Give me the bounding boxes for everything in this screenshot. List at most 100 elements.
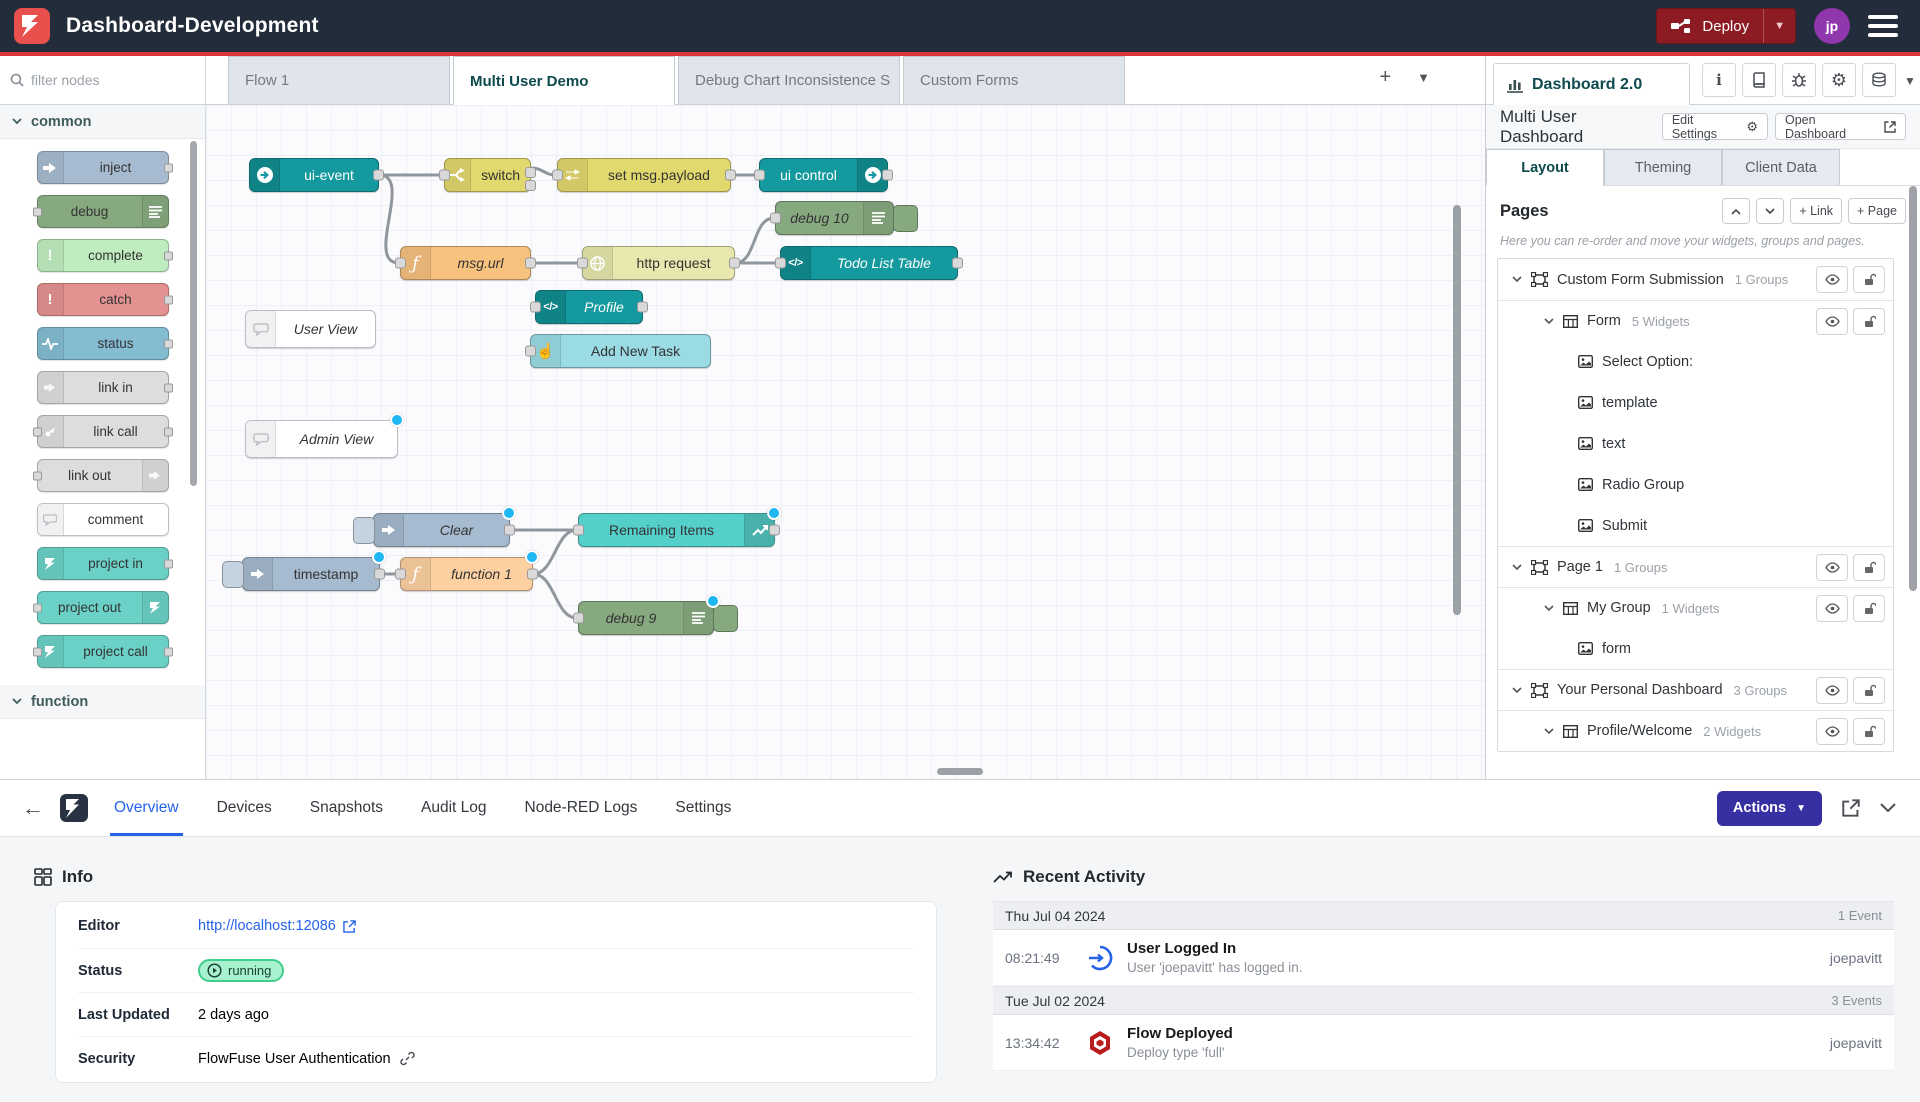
- flow-node-ui-event[interactable]: ui-event: [249, 158, 379, 192]
- tab-debug-chart[interactable]: Debug Chart Inconsistence S: [678, 56, 900, 104]
- lock-open-button[interactable]: [1853, 595, 1885, 622]
- flow-node-remaining-items[interactable]: Remaining Items: [578, 513, 775, 547]
- port-out[interactable]: [952, 258, 963, 269]
- tab-layout[interactable]: Layout: [1486, 149, 1604, 186]
- chevron-down-icon[interactable]: [1512, 687, 1522, 694]
- lock-open-button[interactable]: [1853, 554, 1885, 581]
- port-out-2[interactable]: [525, 180, 536, 191]
- tab-overview[interactable]: Overview: [114, 780, 179, 836]
- tree-row-widget[interactable]: Radio Group: [1498, 464, 1893, 505]
- tab-flow-1[interactable]: Flow 1: [228, 56, 450, 104]
- port-in[interactable]: [754, 170, 765, 181]
- flow-node-debug-9[interactable]: debug 9: [578, 601, 714, 635]
- flow-node-user-view-comment[interactable]: User View: [245, 310, 376, 348]
- activity-event[interactable]: 08:21:49 User Logged In User 'joepavitt'…: [993, 930, 1894, 986]
- tree-row-widget[interactable]: Submit: [1498, 505, 1893, 546]
- open-dashboard-button[interactable]: Open Dashboard: [1775, 113, 1906, 140]
- flow-node-function-1[interactable]: ƒ function 1: [400, 557, 533, 591]
- visibility-eye-button[interactable]: [1816, 677, 1848, 704]
- flow-node-set-msg-payload[interactable]: set msg.payload: [557, 158, 731, 192]
- flowfuse-logo-icon[interactable]: [14, 8, 50, 44]
- lock-open-button[interactable]: [1853, 677, 1885, 704]
- tree-row-group[interactable]: My Group 1 Widgets: [1498, 587, 1893, 628]
- tab-node-red-logs[interactable]: Node-RED Logs: [525, 780, 638, 836]
- port-out[interactable]: [525, 258, 536, 269]
- visibility-eye-button[interactable]: [1816, 308, 1848, 335]
- visibility-eye-button[interactable]: [1816, 718, 1848, 745]
- add-flow-button[interactable]: +: [1379, 66, 1391, 89]
- palette-scrollbar[interactable]: [190, 141, 197, 486]
- context-data-icon[interactable]: [1862, 63, 1896, 97]
- port-out[interactable]: [374, 569, 385, 580]
- lock-open-button[interactable]: [1853, 308, 1885, 335]
- tree-row-widget[interactable]: form: [1498, 628, 1893, 669]
- palette-node-link-call[interactable]: link call: [37, 415, 169, 448]
- visibility-eye-button[interactable]: [1816, 595, 1848, 622]
- editor-link[interactable]: http://localhost:12086: [198, 918, 356, 934]
- help-book-icon[interactable]: [1742, 63, 1776, 97]
- tree-row-page[interactable]: Your Personal Dashboard 3 Groups: [1498, 669, 1893, 710]
- flow-node-clear[interactable]: Clear: [373, 513, 510, 547]
- tab-client-data[interactable]: Client Data: [1722, 149, 1840, 185]
- palette-node-link-out[interactable]: link out: [37, 459, 169, 492]
- palette-node-complete[interactable]: ! complete: [37, 239, 169, 272]
- port-in[interactable]: [577, 258, 588, 269]
- add-link-button[interactable]: + Link: [1790, 198, 1842, 224]
- chain-link-icon[interactable]: [400, 1051, 415, 1066]
- deploy-button[interactable]: Deploy ▼: [1656, 8, 1796, 44]
- tab-custom-forms[interactable]: Custom Forms: [903, 56, 1125, 104]
- port-in[interactable]: [573, 525, 584, 536]
- chevron-down-icon[interactable]: [1544, 605, 1554, 612]
- sidebar-scrollbar[interactable]: [1909, 186, 1917, 591]
- port-in[interactable]: [395, 258, 406, 269]
- flow-node-switch[interactable]: switch: [444, 158, 531, 192]
- palette-node-inject[interactable]: inject: [37, 151, 169, 184]
- port-in[interactable]: [395, 569, 406, 580]
- palette-category-function[interactable]: function: [0, 685, 205, 719]
- settings-gear-icon[interactable]: ⚙: [1822, 63, 1856, 97]
- user-avatar[interactable]: jp: [1814, 8, 1850, 44]
- deploy-options-caret[interactable]: ▼: [1763, 9, 1795, 43]
- port-out[interactable]: [729, 258, 740, 269]
- chevron-down-icon[interactable]: [1512, 564, 1522, 571]
- palette-category-common[interactable]: common: [0, 105, 205, 139]
- visibility-eye-button[interactable]: [1816, 554, 1848, 581]
- port-out[interactable]: [504, 525, 515, 536]
- port-out[interactable]: [882, 170, 893, 181]
- palette-node-debug[interactable]: debug: [37, 195, 169, 228]
- visibility-eye-button[interactable]: [1816, 266, 1848, 293]
- inject-button[interactable]: [222, 561, 244, 588]
- flow-node-add-new-task[interactable]: ☝ Add New Task: [530, 334, 711, 368]
- port-in[interactable]: [770, 213, 781, 224]
- tree-row-widget[interactable]: text: [1498, 423, 1893, 464]
- info-sidebar-icon[interactable]: i: [1702, 63, 1736, 97]
- actions-button[interactable]: Actions ▼: [1717, 791, 1822, 826]
- tree-row-group[interactable]: Profile/Welcome 2 Widgets: [1498, 710, 1893, 751]
- chevron-down-icon[interactable]: [1544, 728, 1554, 735]
- inject-button[interactable]: [353, 517, 375, 544]
- main-menu-icon[interactable]: [1868, 15, 1898, 37]
- flow-list-caret[interactable]: ▼: [1417, 66, 1430, 89]
- filter-nodes-input[interactable]: [31, 72, 181, 88]
- flow-node-http-request[interactable]: http request: [582, 246, 735, 280]
- port-out[interactable]: [373, 170, 384, 181]
- tab-settings[interactable]: Settings: [675, 780, 731, 836]
- lock-open-button[interactable]: [1853, 718, 1885, 745]
- tab-multi-user-demo[interactable]: Multi User Demo: [453, 56, 675, 105]
- port-in[interactable]: [439, 170, 450, 181]
- flow-node-msg-url[interactable]: ƒ msg.url: [400, 246, 531, 280]
- tab-audit-log[interactable]: Audit Log: [421, 780, 487, 836]
- flow-node-profile[interactable]: </> Profile: [535, 290, 643, 324]
- activity-event[interactable]: 13:34:42 Flow Deployed Deploy type 'full…: [993, 1015, 1894, 1071]
- flow-node-ui-control[interactable]: ui control: [759, 158, 888, 192]
- edit-settings-button[interactable]: Edit Settings ⚙: [1662, 113, 1768, 140]
- debug-toggle-button[interactable]: [893, 205, 918, 232]
- port-in[interactable]: [552, 170, 563, 181]
- port-out[interactable]: [769, 525, 780, 536]
- palette-node-project-in[interactable]: project in: [37, 547, 169, 580]
- palette-node-catch[interactable]: ! catch: [37, 283, 169, 316]
- tab-theming[interactable]: Theming: [1604, 149, 1722, 185]
- flow-node-admin-view-comment[interactable]: Admin View: [245, 420, 398, 458]
- open-editor-icon[interactable]: [1842, 799, 1860, 817]
- flow-node-debug-10[interactable]: debug 10: [775, 201, 894, 235]
